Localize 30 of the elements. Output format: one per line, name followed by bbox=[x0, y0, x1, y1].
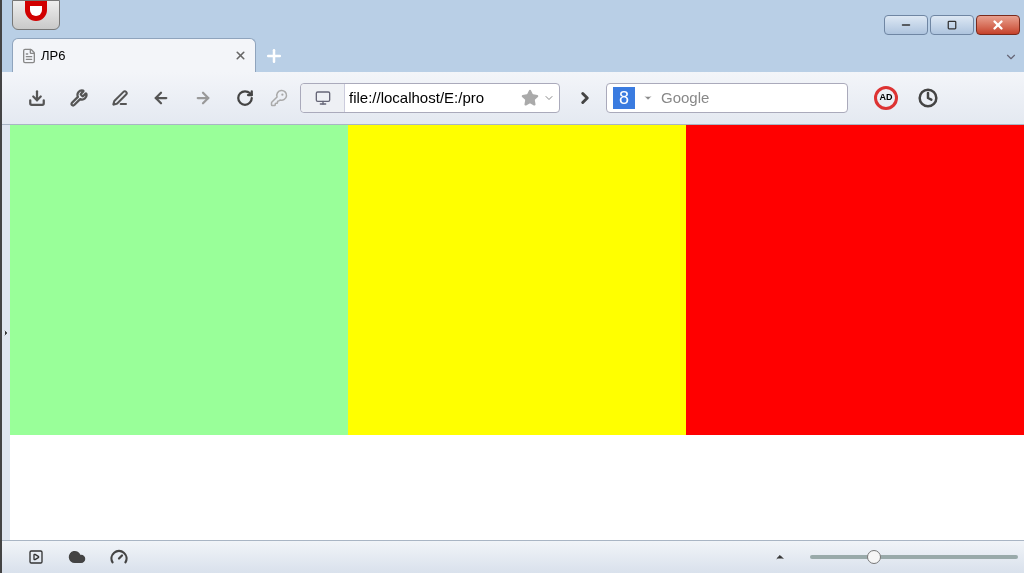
browser-menu-button[interactable] bbox=[12, 0, 60, 30]
close-icon bbox=[991, 18, 1005, 32]
history-icon[interactable] bbox=[918, 88, 938, 108]
tab-title: ЛР6 bbox=[41, 46, 67, 65]
address-text: file://localhost/E:/pro bbox=[348, 87, 486, 108]
zoom-slider[interactable] bbox=[810, 550, 1018, 564]
star-icon[interactable] bbox=[521, 89, 539, 107]
browser-tab[interactable]: ЛР6 bbox=[12, 38, 256, 72]
maximize-icon bbox=[947, 20, 957, 30]
close-button[interactable] bbox=[976, 15, 1020, 35]
search-engine-logo: 8 bbox=[613, 87, 635, 109]
back-icon[interactable] bbox=[152, 89, 170, 107]
cloud-icon[interactable] bbox=[68, 548, 86, 566]
address-field[interactable]: file://localhost/E:/pro bbox=[300, 83, 560, 113]
search-field[interactable]: 8 Google bbox=[606, 83, 848, 113]
slider-thumb[interactable] bbox=[867, 550, 882, 564]
wrench-icon[interactable] bbox=[70, 89, 88, 107]
pen-icon[interactable] bbox=[112, 90, 128, 106]
monitor-icon bbox=[314, 90, 331, 106]
dropdown-icon[interactable] bbox=[643, 93, 653, 103]
speed-dial-icon[interactable] bbox=[110, 548, 128, 566]
sidebar-toggle-icon[interactable] bbox=[2, 328, 10, 337]
maximize-button[interactable] bbox=[930, 15, 974, 35]
document-icon bbox=[21, 47, 37, 64]
reload-icon[interactable] bbox=[236, 89, 254, 107]
close-tab-icon[interactable] bbox=[234, 49, 247, 62]
ad-block-button[interactable]: AD bbox=[874, 86, 898, 110]
panel-icon[interactable] bbox=[28, 549, 44, 565]
download-folder-icon[interactable] bbox=[28, 89, 46, 107]
search-placeholder: Google bbox=[661, 87, 710, 108]
